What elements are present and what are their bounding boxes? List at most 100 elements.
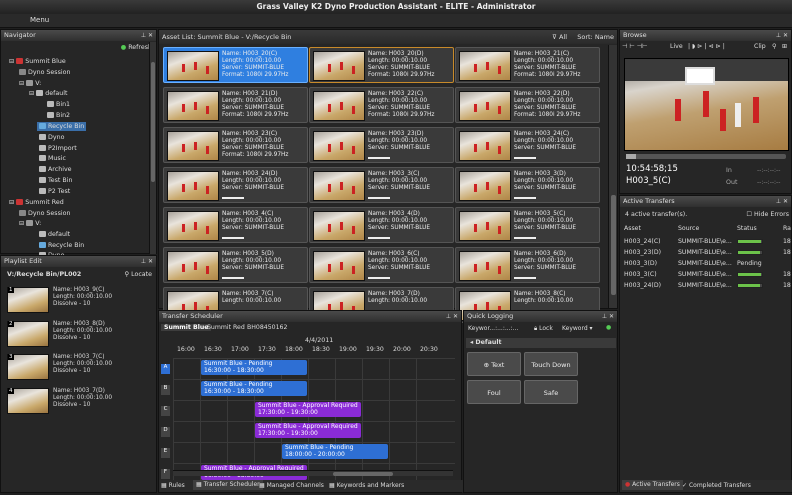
playlist-item[interactable]: 2 Name: H003_8(D) Length: 00:00:10.00 Disso… (5, 319, 153, 349)
tree-item[interactable]: P2 Test (39, 187, 70, 196)
settings-icon[interactable]: ⊞ (782, 43, 787, 50)
tree-item[interactable]: P2Import (39, 144, 77, 153)
pin-icon[interactable]: ⊥ ✕ (141, 30, 153, 41)
tree-item[interactable]: Dyno Session (19, 209, 70, 218)
tree-item[interactable]: Recycle Bin (39, 241, 84, 250)
clip-tile[interactable]: Name: H003_22(D) Length: 00:00:10.00 Serve… (455, 87, 600, 123)
col-status[interactable]: Status (737, 225, 757, 232)
live-button[interactable]: Live (670, 43, 683, 50)
filter-all-button[interactable]: ⊽ All (552, 30, 567, 44)
channel-label[interactable]: B (161, 385, 170, 395)
tab-default[interactable]: ◂ Default (466, 338, 616, 348)
clip-tile[interactable]: Name: H003_24(C) Length: 00:00:10.00 Serve… (455, 127, 600, 163)
clip-tile[interactable]: Name: H003_20(D) Length: 00:00:10.00 Serve… (309, 47, 454, 83)
tab-managed-channels[interactable]: ▦ Managed Channels (259, 481, 324, 491)
scrub-bar[interactable] (626, 154, 786, 159)
clip-tile[interactable]: Name: H003_5(C) Length: 00:00:10.00 Server… (455, 207, 600, 243)
tab-rules[interactable]: ▦ Rules (161, 481, 185, 491)
clip-tile[interactable]: Name: H003_23(C) Length: 00:00:10.00 Serve… (163, 127, 308, 163)
tree-item[interactable]: Music (39, 154, 66, 163)
pin-icon[interactable]: ⊥ ✕ (141, 256, 153, 267)
lock-button[interactable]: 🔒︎ Lock (534, 325, 553, 333)
in-value: --:--:--:-- (757, 167, 781, 174)
clip-button[interactable]: Clip (754, 43, 766, 50)
clip-tile[interactable]: Name: H003_3(D) Length: 00:00:10.00 Server… (455, 167, 600, 203)
tree-item[interactable]: ⊟ default (29, 89, 67, 98)
tree-item[interactable]: ⊟ Summit Blue (9, 57, 66, 66)
asset-list-scrollbar[interactable] (608, 45, 617, 308)
clip-tile[interactable]: Name: H003_6(D) Length: 00:00:10.00 Server… (455, 247, 600, 283)
tree-item-recycle-bin[interactable]: Recycle Bin (37, 122, 87, 131)
tree-item[interactable]: Archive (39, 165, 72, 174)
channel-label[interactable]: F (161, 469, 170, 479)
col-source[interactable]: Source (678, 225, 699, 232)
schedule-event[interactable]: Summit Blue - Pending 16:30:00 - 18:30:00 (201, 381, 307, 396)
refresh-icon[interactable]: ● (606, 324, 611, 331)
schedule-event[interactable]: Summit Blue - Pending 16:30:00 - 18:30:00 (201, 360, 307, 375)
playlist-item[interactable]: 4 Name: H003_7(D) Length: 00:00:10.00 Disso… (5, 386, 153, 416)
col-asset[interactable]: Asset (624, 225, 641, 232)
touch-down-button[interactable]: Touch Down (524, 352, 578, 376)
search-icon[interactable]: ⚲ (772, 43, 777, 50)
clip-tile[interactable]: Name: H003_5(D) Length: 00:00:10.00 Server… (163, 247, 308, 283)
tab-summit-blue[interactable]: Summit Blue (161, 324, 212, 331)
channel-label[interactable]: E (161, 448, 170, 458)
tab-completed-transfers[interactable]: ✓ Completed Transfers (682, 481, 751, 491)
tree-item[interactable]: Dyno Session (19, 68, 70, 77)
clip-tile[interactable]: Name: H003_24(D) Length: 00:00:10.00 Serve… (163, 167, 308, 203)
tool-icons[interactable]: | ◗ ⊳ | ⊲ ⊳ | (688, 43, 725, 50)
tree-item[interactable]: ⊟ Summit Red (9, 198, 64, 207)
channel-label[interactable]: D (161, 427, 170, 437)
tab-bh08450162[interactable]: BH08450162 (247, 324, 287, 331)
keyword-dropdown[interactable]: Keyword ▾ (562, 325, 593, 332)
tree-item[interactable]: Test Bin (39, 176, 72, 185)
clip-tile[interactable]: Name: H003_23(D) Length: 00:00:10.00 Serve… (309, 127, 454, 163)
tab-transfer-scheduler[interactable]: ▦ Transfer Scheduler (193, 480, 263, 490)
menu-button[interactable]: Menu (30, 16, 49, 24)
foul-button[interactable]: Foul (467, 380, 521, 404)
timecode: 10:54:58;15 (626, 164, 678, 174)
clip-format: Format: 1080i 29.97Hz (514, 112, 581, 118)
pin-icon[interactable]: ⊥ ✕ (446, 311, 458, 322)
tree-item[interactable]: ⊟ V: (19, 219, 41, 228)
text-button[interactable]: ⊕ Text (467, 352, 521, 376)
transport-icons[interactable]: ⊣ ⊢ ⊣⊢ (622, 43, 648, 50)
navigator-scrollbar[interactable] (149, 42, 156, 254)
tab-active-transfers[interactable]: ● Active Transfers (622, 480, 683, 490)
pin-icon[interactable]: ⊥ ✕ (602, 311, 614, 322)
clip-tile[interactable]: Name: H003_4(C) Length: 00:00:10.00 Server… (163, 207, 308, 243)
pin-icon[interactable]: ⊥ ✕ (776, 196, 788, 207)
safe-button[interactable]: Safe (524, 380, 578, 404)
channel-label[interactable]: C (161, 406, 170, 416)
tab-summit-red[interactable]: Summit Red (207, 324, 245, 331)
tab-keywords-markers[interactable]: ▦ Keywords and Markers (329, 481, 404, 491)
playlist-item[interactable]: 3 Name: H003_7(C) Length: 00:00:10.00 Disso… (5, 352, 153, 382)
tree-item[interactable]: default (39, 230, 70, 239)
hide-errors-checkbox[interactable]: ☐ Hide Errors (746, 211, 789, 218)
channel-label[interactable]: A (161, 364, 170, 374)
clip-tile[interactable]: Name: H003_22(C) Length: 00:00:10.00 Serve… (309, 87, 454, 123)
pin-icon[interactable]: ⊥ ✕ (776, 30, 788, 41)
schedule-event[interactable]: Summit Blue - Approval Required 17:30:00 … (255, 402, 361, 417)
sort-button[interactable]: Sort: Name (577, 30, 614, 44)
col-rate[interactable]: Ra (783, 225, 791, 232)
locate-button[interactable]: ⚲ Locate (124, 271, 152, 278)
schedule-event[interactable]: Summit Blue - Pending 18:00:00 - 20:00:00 (282, 444, 388, 459)
clip-tile[interactable]: Name: H003_4(D) Length: 00:00:10.00 Server… (309, 207, 454, 243)
clip-tile[interactable]: Name: H003_3(C) Length: 00:00:10.00 Server… (309, 167, 454, 203)
tree-item[interactable]: ⊟ V: (19, 79, 41, 88)
clip-tile[interactable]: Name: H003_20(C) Length: 00:00:10.00 Serve… (163, 47, 308, 83)
keyword-field[interactable]: Keywor...:...:...:... (468, 325, 518, 332)
schedule-event[interactable]: Summit Blue - Approval Required 17:30:00 … (255, 423, 361, 438)
clip-tile[interactable]: Name: H003_21(D) Length: 00:00:10.00 Serve… (163, 87, 308, 123)
clip-info: Name: H003_4(C) Length: 00:00:10.00 Server… (222, 211, 284, 232)
tree-item[interactable]: Bin1 (47, 100, 70, 109)
refresh-button[interactable]: ● Refresh (121, 44, 152, 51)
tree-item[interactable]: Bin2 (47, 111, 70, 120)
clip-tile[interactable]: Name: H003_6(C) Length: 00:00:10.00 Server… (309, 247, 454, 283)
scheduler-hscrollbar[interactable] (173, 470, 453, 476)
clip-tile[interactable]: Name: H003_21(C) Length: 00:00:10.00 Serve… (455, 47, 600, 83)
tree-item[interactable]: Dyno (39, 133, 64, 142)
clip-length: Length: 00:00:10.00 (368, 178, 428, 184)
playlist-item[interactable]: 1 Name: H003_9(C) Length: 00:00:10.00 Disso… (5, 285, 153, 315)
